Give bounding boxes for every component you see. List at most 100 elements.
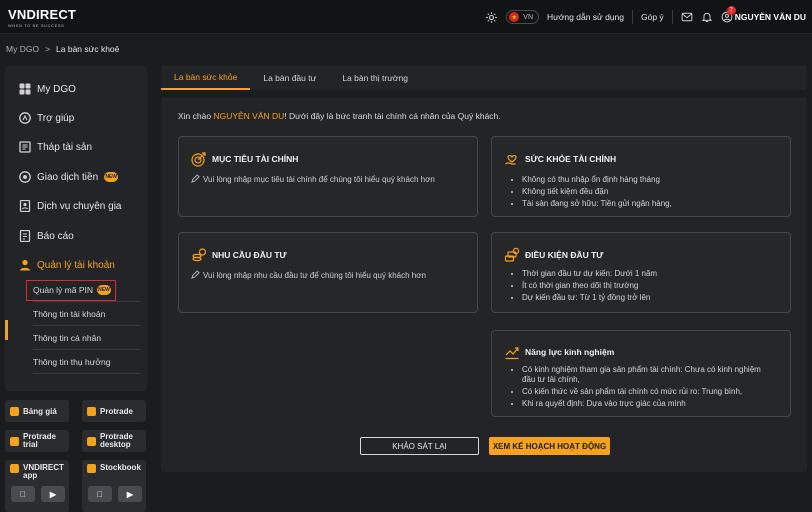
tab-investment-compass[interactable]: La bàn đầu tư bbox=[250, 66, 329, 90]
growth-chart-icon bbox=[504, 344, 520, 360]
coins-icon bbox=[191, 247, 207, 263]
tile-protrade-trial[interactable]: Protrade trial bbox=[5, 430, 69, 452]
header-divider bbox=[671, 10, 673, 24]
card-header: SỨC KHỎE TÀI CHÍNH bbox=[504, 151, 616, 167]
language-switch[interactable]: ★ VN bbox=[506, 10, 540, 24]
sidebar-item-money-transfer[interactable]: Giao dịch tiền NEW bbox=[19, 167, 119, 187]
card-investment-conditions: ĐIỀU KIỆN ĐẦU TƯ Thời gian đầu tư dự kiế… bbox=[491, 232, 791, 313]
grid-icon bbox=[19, 83, 31, 95]
feedback-link[interactable]: Góp ý bbox=[641, 12, 664, 22]
list-item: Dự kiến đầu tư: Từ 1 tỷ đồng trở lên bbox=[522, 293, 657, 303]
sub-item-beneficiary-info[interactable]: Thông tin thụ hưởng bbox=[33, 350, 140, 374]
list-item: Khi ra quyết định: Dựa vào trực giác của… bbox=[522, 399, 772, 409]
resurvey-button[interactable]: KHẢO SÁT LẠI bbox=[360, 437, 479, 455]
sidebar-item-report[interactable]: Báo cáo bbox=[19, 226, 74, 246]
vndirect-app-icon bbox=[10, 464, 19, 473]
brand-tagline: WHEN TO BE SUCCESS bbox=[8, 23, 65, 28]
list-item: Có kinh nghiệm tham gia sản phẩm tài chí… bbox=[522, 365, 772, 385]
card-header: NHU CẦU ĐẦU TƯ bbox=[191, 247, 287, 263]
sub-item-label: Thông tin cá nhân bbox=[33, 332, 102, 343]
sidebar-item-label: Quản lý tài khoản bbox=[37, 259, 115, 271]
protrade-icon bbox=[87, 406, 96, 416]
mail-icon[interactable] bbox=[681, 11, 693, 23]
compass-tabs: La bàn sức khỏe La bàn đầu tư La bàn thị… bbox=[161, 66, 807, 90]
active-indicator bbox=[5, 320, 8, 340]
sidebar-item-expert-service[interactable]: Dịch vụ chuyên gia bbox=[19, 196, 122, 216]
tile-label: desktop bbox=[100, 440, 131, 449]
tile-label: app bbox=[23, 471, 38, 480]
sidebar-item-label: Tháp tài sản bbox=[37, 141, 93, 153]
pencil-icon bbox=[191, 174, 200, 185]
sidebar-item-asset-tower[interactable]: Tháp tài sản bbox=[19, 137, 92, 157]
card-financial-health: SỨC KHỎE TÀI CHÍNH Không có thu nhập ổn … bbox=[491, 136, 791, 217]
highlight-box bbox=[26, 280, 116, 301]
vietnam-flag-icon: ★ bbox=[509, 12, 520, 22]
heart-hand-icon bbox=[504, 151, 520, 167]
google-play-icon[interactable]: ▶ bbox=[118, 486, 142, 502]
stockbook-icon bbox=[87, 464, 96, 473]
breadcrumb-separator: > bbox=[45, 44, 51, 54]
sub-item-account-info[interactable]: Thông tin tài khoản bbox=[33, 302, 140, 326]
health-compass-panel: Xin chào NGUYỄN VĂN DU! Dưới đây là bức … bbox=[161, 98, 807, 472]
settings-gear-icon[interactable] bbox=[485, 11, 498, 24]
list-item: Tài sản đang sở hữu: Tiền gửi ngân hàng, bbox=[522, 199, 672, 209]
tab-health-compass[interactable]: La bàn sức khỏe bbox=[161, 66, 251, 90]
greeting-prefix: Xin chào bbox=[178, 111, 214, 121]
sidebar-item-label: Trợ giúp bbox=[37, 112, 75, 124]
tile-protrade-desktop[interactable]: Protrade desktop bbox=[82, 430, 146, 452]
card-header: MỤC TIÊU TÀI CHÍNH bbox=[191, 151, 298, 167]
greeting-text: Xin chào NGUYỄN VĂN DU! Dưới đây là bức … bbox=[178, 111, 501, 121]
header-divider bbox=[632, 10, 633, 24]
breadcrumb-root[interactable]: My DGO bbox=[6, 44, 39, 54]
help-icon bbox=[19, 112, 31, 124]
header-actions: ★ VN Hướng dẫn sử dụng Góp ý 7 NGUYỄN VĂ… bbox=[485, 0, 806, 34]
sidebar-item-help[interactable]: Trợ giúp bbox=[19, 108, 74, 128]
tile-stockbook: Stockbook  ▶ bbox=[82, 460, 146, 512]
sub-item-personal-info[interactable]: Thông tin cá nhân bbox=[33, 326, 140, 350]
sidebar-item-label: Báo cáo bbox=[37, 230, 74, 242]
list-item: Không có thu nhập ổn định hàng tháng bbox=[522, 175, 672, 185]
pencil-icon bbox=[191, 270, 200, 281]
bell-icon[interactable] bbox=[701, 11, 713, 23]
user-guide-link[interactable]: Hướng dẫn sử dụng bbox=[547, 12, 624, 22]
card-investment-needs[interactable]: NHU CẦU ĐẦU TƯ Vui lòng nhập nhu cầu đầu… bbox=[178, 232, 478, 313]
sub-item-label: Thông tin thụ hưởng bbox=[33, 356, 111, 367]
tile-price-board[interactable]: Bảng giá bbox=[5, 400, 69, 422]
target-icon bbox=[191, 151, 207, 167]
apple-store-icon[interactable]:  bbox=[11, 486, 35, 502]
card-financial-goal[interactable]: MỤC TIÊU TÀI CHÍNH Vui lòng nhập mục tiê… bbox=[178, 136, 478, 217]
list-item: Có kiến thức về sản phẩm tài chính có mứ… bbox=[522, 387, 772, 397]
protrade-desktop-icon bbox=[87, 436, 96, 446]
google-play-icon[interactable]: ▶ bbox=[41, 486, 65, 502]
card-title: MỤC TIÊU TÀI CHÍNH bbox=[212, 154, 299, 164]
view-action-plan-button[interactable]: XEM KẾ HOẠCH HOẠT ĐỘNG bbox=[489, 437, 610, 455]
vndirect-logo[interactable]: VNDIRECT WHEN TO BE SUCCESS bbox=[8, 7, 76, 28]
top-bar: VNDIRECT WHEN TO BE SUCCESS ★ VN Hướng d… bbox=[0, 0, 812, 34]
brand-name: VNDIRECT bbox=[8, 7, 77, 22]
apple-store-icon[interactable]:  bbox=[88, 486, 112, 502]
breadcrumb-current: La bàn sức khoẻ bbox=[56, 44, 120, 54]
tile-label: Stockbook bbox=[100, 463, 141, 472]
sidebar: My DGO Trợ giúp Tháp tài sản Giao dịch t… bbox=[5, 66, 147, 391]
card-header: Năng lực kinh nghiệm bbox=[504, 344, 614, 360]
conditions-list: Thời gian đầu tư dự kiến: Dưới 1 năm Ít … bbox=[522, 269, 657, 305]
sidebar-item-my-dgo[interactable]: My DGO bbox=[19, 79, 76, 99]
card-prompt-text: Vui lòng nhập nhu cầu đầu tư để chúng tô… bbox=[203, 271, 426, 280]
sidebar-item-account-management[interactable]: Quản lý tài khoản bbox=[19, 255, 115, 275]
tab-market-compass[interactable]: La bàn thị trường bbox=[329, 66, 421, 90]
protrade-trial-icon bbox=[10, 436, 19, 446]
language-label: VN bbox=[523, 13, 534, 21]
expert-icon bbox=[19, 200, 31, 212]
sidebar-item-label: My DGO bbox=[37, 83, 76, 95]
card-prompt: Vui lòng nhập mục tiêu tài chính để chún… bbox=[191, 174, 435, 185]
user-menu[interactable]: 7 NGUYỄN VĂN DU bbox=[721, 6, 806, 23]
money-icon bbox=[19, 171, 31, 183]
card-title: ĐIỀU KIỆN ĐẦU TƯ bbox=[525, 250, 604, 260]
tile-label: Protrade bbox=[100, 406, 133, 416]
tile-label: trial bbox=[23, 440, 38, 449]
list-item: Ít có thời gian theo dõi thị trường bbox=[522, 281, 657, 291]
tile-protrade[interactable]: Protrade bbox=[82, 400, 146, 422]
list-item: Thời gian đầu tư dự kiến: Dưới 1 năm bbox=[522, 269, 657, 279]
tile-vndirect-app: VNDIRECT app  ▶ bbox=[5, 460, 69, 512]
card-title: SỨC KHỎE TÀI CHÍNH bbox=[525, 154, 617, 164]
